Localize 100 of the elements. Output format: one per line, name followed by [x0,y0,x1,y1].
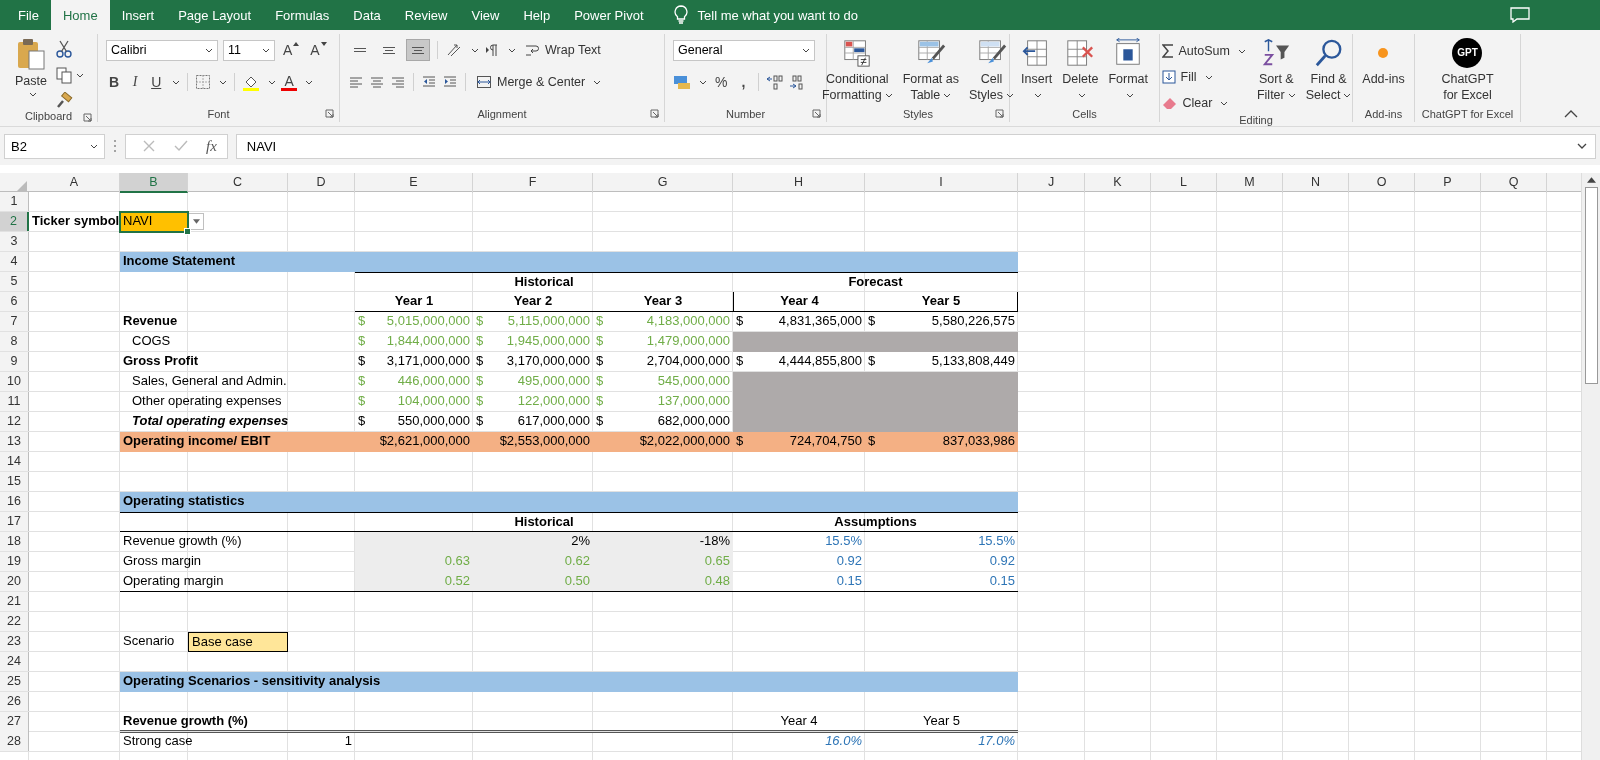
row-header[interactable]: 5 [0,272,29,291]
clear-button[interactable]: Clear [1158,92,1232,114]
column-header[interactable]: H [733,173,865,193]
font-size-dropdown[interactable]: 11 [223,39,275,61]
fill-button[interactable]: Fill [1158,66,1216,88]
row-header[interactable]: 7 [0,312,29,331]
percent-style-button[interactable]: % [712,74,731,90]
italic-button[interactable]: I [127,74,144,90]
scroll-up-icon[interactable] [1586,177,1596,183]
column-header[interactable]: G [593,173,733,193]
row-header[interactable]: 23 [0,632,29,651]
expand-icon[interactable] [1577,143,1587,149]
comment-icon[interactable] [1510,7,1530,23]
row-header[interactable]: 26 [0,692,29,711]
number-format-dropdown[interactable]: General [673,39,815,61]
row-header[interactable]: 19 [0,552,29,571]
dialog-launcher-icon[interactable] [325,109,334,118]
row-header[interactable]: 13 [0,432,29,451]
row-header[interactable]: 11 [0,392,29,411]
ribbon-tab[interactable]: Help [511,0,563,30]
cells-button[interactable]: Insert [1019,36,1055,105]
ribbon-tab[interactable]: View [459,0,512,30]
ribbon-tab[interactable]: Review [392,0,460,30]
decrease-font-size-button[interactable]: A [307,42,330,58]
row-header[interactable]: 20 [0,572,29,591]
row-header[interactable]: 2 [0,212,29,231]
dialog-launcher-icon[interactable] [83,113,92,122]
row-header[interactable]: 17 [0,512,29,531]
paste-button[interactable]: Paste [13,36,49,99]
font-family-dropdown[interactable]: Calibri [106,39,218,61]
dialog-launcher-icon[interactable] [995,109,1004,118]
increase-decimal-icon[interactable] [766,74,785,90]
add-ins-button[interactable]: Add-ins [1360,36,1407,89]
row-header[interactable]: 18 [0,532,29,551]
autosum-button[interactable]: AutoSum [1158,40,1249,62]
format-painter-icon[interactable] [55,92,73,110]
column-header[interactable]: P [1415,173,1481,193]
column-header[interactable]: M [1217,173,1283,193]
column-header[interactable]: C [188,173,288,193]
ribbon-tab[interactable]: Power Pivot [562,0,656,30]
ribbon-tab[interactable]: Home [50,0,110,30]
row-header[interactable]: 9 [0,352,29,371]
cells-button[interactable]: Format [1106,36,1150,105]
styles-button[interactable]: Format as Table [900,36,961,105]
row-header[interactable]: 12 [0,412,29,431]
row-header[interactable]: 27 [0,712,29,732]
row-header[interactable]: 6 [0,292,29,311]
borders-icon[interactable] [195,74,212,90]
column-header[interactable]: B [120,173,188,193]
row-header[interactable]: 15 [0,472,29,491]
collapse-ribbon-icon[interactable] [1564,110,1578,118]
column-header[interactable]: O [1349,173,1415,193]
wrap-text-button[interactable]: Wrap Text [521,39,604,61]
column-header[interactable]: D [288,173,355,193]
column-header[interactable]: J [1018,173,1085,193]
ribbon-tab[interactable]: Page Layout [166,0,264,30]
ribbon-tab[interactable]: File [6,0,51,30]
copy-icon[interactable] [55,66,73,84]
ribbon-tab[interactable]: Insert [109,0,167,30]
cells-button[interactable]: Delete [1060,36,1101,105]
paragraph-direction-icon[interactable] [484,42,500,58]
formula-input[interactable]: NAVI [235,133,1596,159]
styles-button[interactable]: Cell Styles [967,36,1017,105]
column-header[interactable]: L [1151,173,1217,193]
row-header[interactable]: 22 [0,612,29,631]
column-header[interactable]: I [865,173,1018,193]
underline-button[interactable]: U [148,74,165,90]
column-header[interactable]: Q [1481,173,1547,193]
row-header[interactable]: 8 [0,332,29,351]
row-header[interactable]: 16 [0,492,29,511]
row-header[interactable]: 21 [0,592,29,611]
row-header[interactable]: 4 [0,252,29,271]
row-header[interactable]: 1 [0,192,29,211]
font-color-button[interactable]: A [281,73,298,91]
chatgpt-button[interactable]: GPT ChatGPT for Excel [1439,36,1496,105]
column-header[interactable]: E [355,173,473,193]
increase-font-size-button[interactable]: A [280,42,303,58]
vertical-scrollbar[interactable] [1581,173,1600,760]
sort-filter-button[interactable]: Sort & Filter [1254,36,1298,105]
comma-style-button[interactable]: , [735,74,752,90]
insert-function-button[interactable]: fx [206,137,217,155]
table-cell[interactable]: NAVI [120,212,188,232]
row-header[interactable]: 28 [0,732,29,751]
styles-button[interactable]: Conditional Formatting [819,36,895,105]
column-header[interactable]: F [473,173,593,193]
row-header[interactable]: 10 [0,372,29,391]
row-header[interactable]: 25 [0,672,29,691]
bold-button[interactable]: B [106,74,123,90]
dialog-launcher-icon[interactable] [812,109,821,118]
column-header[interactable]: N [1283,173,1349,193]
find-select-button[interactable]: Find & Select [1303,36,1354,105]
scrollbar-thumb[interactable] [1584,187,1598,384]
tell-me-box[interactable]: Tell me what you want to do [673,0,858,30]
ribbon-tab[interactable]: Data [341,0,393,30]
name-box[interactable]: B2 [4,133,105,159]
checkmark-icon[interactable] [174,139,188,153]
row-header[interactable]: 3 [0,232,29,251]
dialog-launcher-icon[interactable] [650,109,659,118]
row-header[interactable]: 24 [0,652,29,671]
accounting-format-icon[interactable] [673,74,691,90]
